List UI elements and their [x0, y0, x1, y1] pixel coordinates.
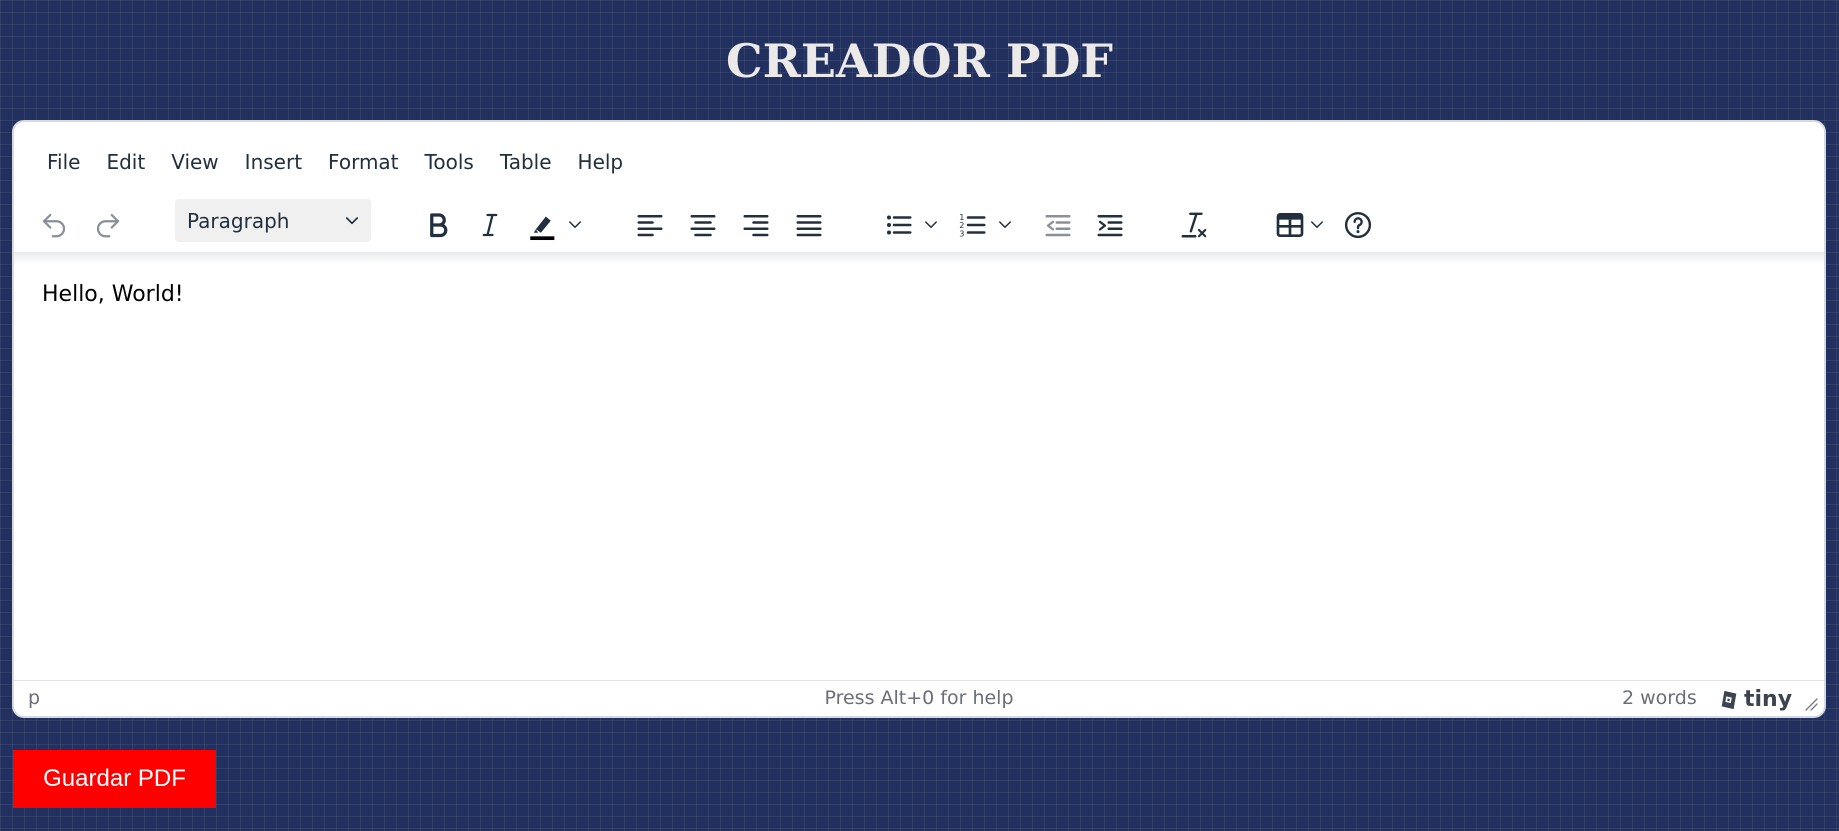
outdent-icon — [1045, 215, 1071, 237]
block-format-select[interactable]: Paragraph — [175, 199, 371, 242]
numbered-list-icon: 1 2 3 — [959, 212, 986, 238]
redo-button[interactable] — [88, 202, 128, 248]
table-icon — [1276, 213, 1304, 237]
undo-icon — [42, 213, 66, 238]
bold-icon — [430, 213, 448, 238]
menu-format[interactable]: Format — [315, 142, 411, 182]
chevron-down-icon — [569, 221, 581, 228]
italic-button[interactable] — [470, 202, 510, 248]
editor-content[interactable]: Hello, World! — [42, 282, 184, 307]
table-button[interactable] — [1270, 202, 1330, 248]
menu-view[interactable]: View — [158, 142, 231, 182]
svg-text:3: 3 — [959, 228, 964, 238]
statusbar: p Press Alt+0 for help 2 words tiny — [14, 680, 1824, 716]
menu-edit[interactable]: Edit — [93, 142, 158, 182]
align-right-button[interactable] — [736, 202, 776, 248]
tiny-logo-icon — [1721, 690, 1737, 709]
numbered-list-button[interactable]: 1 2 3 — [954, 202, 1018, 248]
resize-handle-icon[interactable] — [1804, 697, 1818, 711]
bullet-list-button[interactable] — [880, 202, 944, 248]
word-count[interactable]: 2 words — [1622, 687, 1697, 709]
menu-help[interactable]: Help — [565, 142, 637, 182]
highlight-icon — [530, 216, 555, 241]
align-justify-icon — [796, 215, 822, 237]
menu-insert[interactable]: Insert — [232, 142, 315, 182]
align-left-button[interactable] — [630, 202, 670, 248]
bold-button[interactable] — [418, 202, 458, 248]
menubar: File Edit View Insert Format Tools Table… — [34, 142, 636, 182]
align-right-icon — [743, 215, 769, 237]
block-format-value: Paragraph — [187, 208, 290, 233]
undo-button[interactable] — [34, 202, 74, 248]
tiny-brand-label: tiny — [1744, 687, 1793, 712]
menu-table[interactable]: Table — [487, 142, 565, 182]
highlight-color-button[interactable] — [520, 202, 590, 248]
chevron-down-icon — [345, 217, 359, 225]
redo-icon — [96, 213, 120, 238]
toolbar-divider — [14, 252, 1824, 264]
tiny-logo[interactable]: tiny — [1718, 687, 1792, 712]
help-button[interactable] — [1338, 202, 1378, 248]
indent-icon — [1097, 215, 1123, 237]
clear-formatting-icon — [1181, 212, 1207, 238]
outdent-button[interactable] — [1038, 202, 1078, 248]
menu-tools[interactable]: Tools — [412, 142, 487, 182]
indent-button[interactable] — [1090, 202, 1130, 248]
rich-text-editor: File Edit View Insert Format Tools Table… — [12, 120, 1826, 718]
clear-formatting-button[interactable] — [1174, 202, 1214, 248]
align-justify-button[interactable] — [789, 202, 829, 248]
chevron-down-icon — [925, 221, 937, 228]
italic-icon — [482, 213, 498, 237]
chevron-down-icon — [1311, 221, 1323, 228]
bullet-list-icon — [887, 215, 912, 235]
save-pdf-button[interactable]: Guardar PDF — [13, 750, 216, 808]
align-center-button[interactable] — [683, 202, 723, 248]
help-icon — [1344, 211, 1372, 239]
page-title: CREADOR PDF — [726, 34, 1113, 88]
align-left-icon — [637, 215, 663, 237]
help-hint: Press Alt+0 for help — [824, 687, 1014, 709]
menu-file[interactable]: File — [34, 142, 93, 182]
chevron-down-icon — [999, 221, 1011, 228]
align-center-icon — [690, 215, 716, 237]
